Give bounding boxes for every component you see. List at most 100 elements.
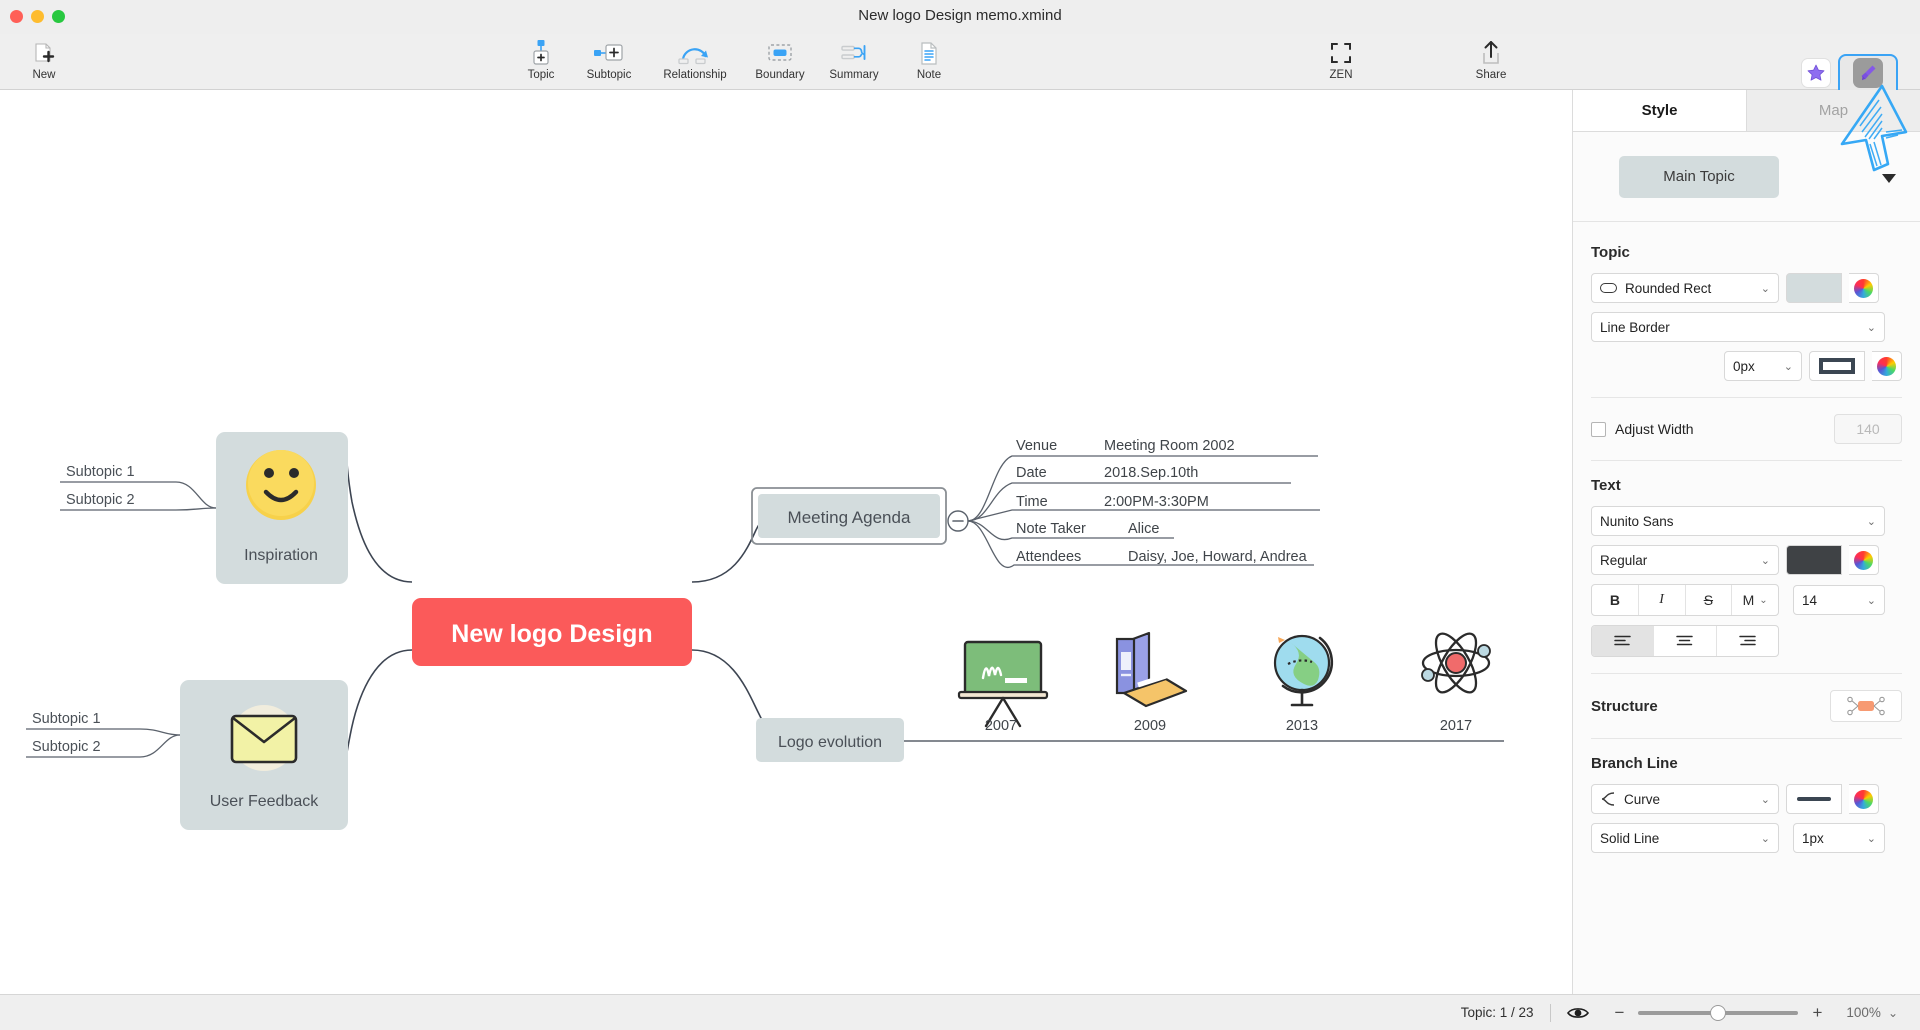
topic-label-meeting-agenda: Meeting Agenda xyxy=(788,508,911,527)
toolbar-item-zen[interactable]: ZEN xyxy=(1305,38,1377,90)
toolbar-item-note[interactable]: Note xyxy=(893,38,965,90)
style-preview-chip[interactable]: Main Topic xyxy=(1619,155,1779,198)
topic-border-style-select[interactable]: Line Border ⌄ xyxy=(1591,312,1885,342)
toolbar-item-relationship[interactable]: Relationship xyxy=(645,38,745,90)
branch-line-swatch[interactable] xyxy=(1786,784,1842,814)
branch-line-style-select[interactable]: Solid Line ⌄ xyxy=(1591,823,1779,853)
topic-section: Topic Rounded Rect ⌄ Line Border ⌄ 0px ⌄… xyxy=(1573,244,1920,853)
new-button[interactable]: New xyxy=(8,38,80,90)
font-size-select[interactable]: 14 ⌄ xyxy=(1793,585,1885,615)
share-upload-icon xyxy=(1479,38,1503,68)
topic-border-color-wheel[interactable] xyxy=(1872,351,1902,381)
toolbar-item-summary[interactable]: Summary xyxy=(818,38,890,90)
more-label: M xyxy=(1742,592,1755,608)
subtopic-label-uf-1: Subtopic 1 xyxy=(32,711,101,727)
books-icon xyxy=(1115,631,1188,708)
branch-line-section-title: Branch Line xyxy=(1591,755,1678,772)
font-weight-select[interactable]: Regular ⌄ xyxy=(1591,545,1779,575)
font-family-select[interactable]: Nunito Sans ⌄ xyxy=(1591,506,1885,536)
strikethrough-button[interactable]: S xyxy=(1686,585,1733,615)
font-weight-value: Regular xyxy=(1600,552,1648,568)
toolbar-item-topic[interactable]: Topic xyxy=(505,38,577,90)
central-topic-label: New logo Design xyxy=(451,620,652,648)
document-title: New logo Design memo.xmind xyxy=(858,7,1062,24)
mindmap-canvas[interactable]: New logo Design Inspiration Subtopic 1 S… xyxy=(0,90,1572,994)
zoom-level-label: 100% xyxy=(1846,1005,1881,1020)
eye-icon[interactable] xyxy=(1566,1006,1589,1020)
adjust-width-checkbox[interactable] xyxy=(1591,421,1606,437)
chevron-down-icon[interactable]: ⌄ xyxy=(1888,1006,1898,1020)
branch-shape-row: Curve ⌄ xyxy=(1591,784,1902,814)
font-color-swatch[interactable] xyxy=(1786,545,1842,575)
font-family-row: Nunito Sans ⌄ xyxy=(1591,506,1902,536)
zoom-slider[interactable] xyxy=(1638,1004,1799,1021)
agenda-value-4: Daisy, Joe, Howard, Andrea xyxy=(1128,549,1308,565)
divider xyxy=(1549,1003,1551,1022)
topic-label-user-feedback: User Feedback xyxy=(210,793,319,810)
topic-border-width-value: 0px xyxy=(1733,358,1755,374)
status-bar: Topic: 1 / 23 − + 100% ⌄ xyxy=(0,994,1920,1030)
zoom-out-button[interactable]: − xyxy=(1615,1003,1625,1023)
subtopic-line-2 xyxy=(60,507,217,511)
toolbar-label-topic: Topic xyxy=(527,69,555,81)
zoom-in-button[interactable]: + xyxy=(1812,1003,1822,1023)
divider xyxy=(1591,738,1902,739)
align-center-icon xyxy=(1676,635,1694,646)
mindmap-svg: New logo Design Inspiration Subtopic 1 S… xyxy=(26,432,1504,830)
topic-border-style-row: Line Border ⌄ xyxy=(1591,312,1902,342)
toolbar-item-share[interactable]: Share xyxy=(1455,38,1527,90)
branch-shape-select[interactable]: Curve ⌄ xyxy=(1591,784,1779,814)
align-right-icon xyxy=(1739,635,1756,646)
zoom-slider-handle[interactable] xyxy=(1710,1004,1727,1021)
topic-fill-color-wheel[interactable] xyxy=(1849,273,1879,303)
divider xyxy=(1591,460,1902,461)
new-document-icon xyxy=(31,38,57,68)
chevron-down-icon: ⌄ xyxy=(1866,515,1876,528)
structure-section-title: Structure xyxy=(1591,697,1658,715)
toolbar-item-subtopic[interactable]: Subtopic xyxy=(573,38,645,90)
smiley-face-icon xyxy=(246,450,316,520)
text-align-segmented xyxy=(1591,625,1779,657)
branch-line-color-wheel[interactable] xyxy=(1849,784,1879,814)
structure-balanced-map-icon xyxy=(1847,696,1885,716)
subtopic-line-3 xyxy=(26,728,181,736)
font-size-value: 14 xyxy=(1802,592,1818,608)
adjust-width-input[interactable]: 140 xyxy=(1834,414,1902,444)
tab-style[interactable]: Style xyxy=(1573,90,1746,131)
topic-node-user-feedback: User Feedback xyxy=(180,680,348,830)
adjust-width-label: Adjust Width xyxy=(1615,421,1694,437)
topic-shape-select[interactable]: Rounded Rect ⌄ xyxy=(1591,273,1779,303)
subtopic-label-insp-2: Subtopic 2 xyxy=(66,492,135,508)
bold-button[interactable]: B xyxy=(1592,585,1639,615)
topic-border-width-select[interactable]: 0px ⌄ xyxy=(1724,351,1802,381)
topic-icon xyxy=(528,38,554,68)
topic-node-logo-evolution: Logo evolution xyxy=(756,718,904,762)
topic-fill-swatch[interactable] xyxy=(1786,273,1842,303)
toolbar-label-share: Share xyxy=(1475,69,1507,81)
chevron-down-icon: ⌄ xyxy=(1866,321,1876,334)
branch-line-width-select[interactable]: 1px ⌄ xyxy=(1793,823,1885,853)
title-bar: New logo Design memo.xmind xyxy=(0,0,1920,34)
topic-shape-row: Rounded Rect ⌄ xyxy=(1591,273,1902,303)
align-right-button[interactable] xyxy=(1717,626,1778,656)
align-center-button[interactable] xyxy=(1654,626,1717,656)
central-topic-node: New logo Design xyxy=(412,598,692,666)
topic-border-style-value: Line Border xyxy=(1600,319,1670,335)
topic-border-width-row: 0px ⌄ xyxy=(1591,351,1902,381)
font-color-wheel[interactable] xyxy=(1849,545,1879,575)
align-left-button[interactable] xyxy=(1592,626,1655,656)
toolbar-item-boundary[interactable]: Boundary xyxy=(744,38,816,90)
border-preview-icon xyxy=(1819,358,1855,374)
adjust-width-row: Adjust Width 140 xyxy=(1591,414,1902,444)
timeline-year-2013: 2013 xyxy=(1286,718,1318,734)
zen-fullscreen-icon xyxy=(1328,38,1354,68)
italic-button[interactable]: I xyxy=(1639,585,1686,615)
new-button-label: New xyxy=(32,69,56,81)
branch-line-style-value: Solid Line xyxy=(1600,830,1660,846)
structure-picker-button[interactable] xyxy=(1830,690,1902,722)
more-text-options-button[interactable]: M ⌄ xyxy=(1732,585,1778,615)
font-style-row: B I S M ⌄ 14 ⌄ xyxy=(1591,584,1902,616)
topic-node-meeting-agenda: Meeting Agenda xyxy=(751,487,947,545)
topic-border-swatch[interactable] xyxy=(1809,351,1865,381)
chevron-down-icon: ⌄ xyxy=(1760,282,1770,295)
